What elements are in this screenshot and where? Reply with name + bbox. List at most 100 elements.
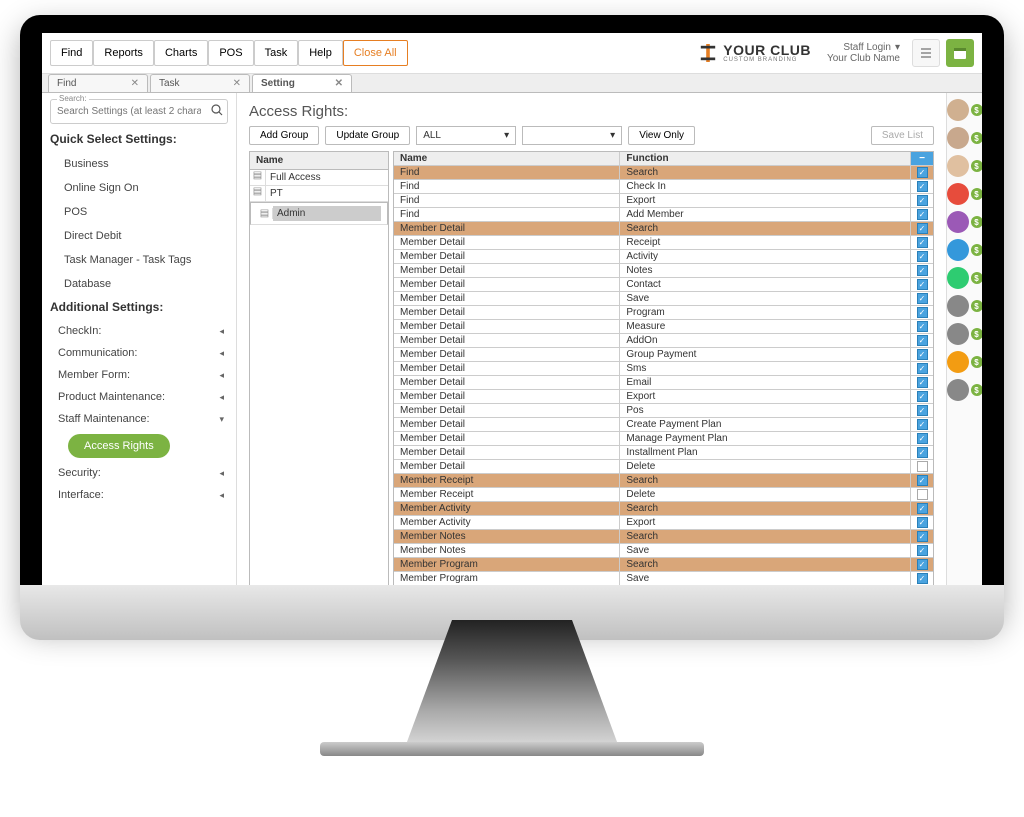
checkbox[interactable]: ✓ [917, 167, 928, 178]
checkbox[interactable]: ✓ [917, 237, 928, 248]
dollar-icon[interactable]: $ [971, 356, 983, 368]
checkbox[interactable]: ✓ [917, 517, 928, 528]
checkbox[interactable]: ✓ [917, 307, 928, 318]
user-avatar[interactable]: $ [947, 211, 983, 233]
toolbar-find-button[interactable]: Find [50, 40, 93, 66]
user-avatar[interactable]: $ [947, 379, 983, 401]
search-icon[interactable] [211, 104, 223, 119]
user-avatar[interactable]: $ [947, 295, 983, 317]
dollar-icon[interactable]: $ [971, 244, 983, 256]
user-menu[interactable]: Staff Login▾ Your Club Name [827, 42, 900, 64]
secondary-select[interactable]: ▾ [522, 126, 622, 145]
checkbox[interactable]: ✓ [917, 181, 928, 192]
dollar-icon[interactable]: $ [971, 384, 983, 396]
checkbox[interactable]: ✓ [917, 503, 928, 514]
checkbox[interactable]: ✓ [917, 433, 928, 444]
checkbox[interactable]: ✓ [917, 321, 928, 332]
checkbox[interactable]: ✓ [917, 461, 928, 472]
checkbox[interactable]: ✓ [917, 447, 928, 458]
close-icon[interactable]: ✕ [233, 78, 241, 89]
checkbox[interactable]: ✓ [917, 209, 928, 220]
checkbox[interactable]: ✓ [917, 377, 928, 388]
sidebar-item-communication-[interactable]: Communication:◂ [50, 342, 228, 364]
tab-task[interactable]: Task✕ [150, 74, 250, 92]
checkbox[interactable]: ✓ [917, 223, 928, 234]
toolbar-pos-button[interactable]: POS [208, 40, 253, 66]
action-bar: Add Group Update Group ALL▾ ▾ View Only … [249, 126, 934, 145]
checkbox[interactable]: ✓ [917, 419, 928, 430]
checkbox[interactable]: ✓ [917, 349, 928, 360]
toolbar-reports-button[interactable]: Reports [93, 40, 154, 66]
checkbox[interactable]: ✓ [917, 405, 928, 416]
checkbox[interactable]: ✓ [917, 475, 928, 486]
checkbox[interactable]: ✓ [917, 251, 928, 262]
user-avatar[interactable]: $ [947, 155, 983, 177]
user-avatar[interactable]: $ [947, 99, 983, 121]
group-row[interactable]: ▤PT [250, 186, 388, 202]
chevron-down-icon: ▾ [610, 130, 615, 141]
toolbar-close-all-button[interactable]: Close All [343, 40, 408, 66]
checkbox[interactable]: ✓ [917, 545, 928, 556]
search-settings[interactable]: Search: [50, 99, 228, 124]
sidebar-item-security-[interactable]: Security:◂ [50, 462, 228, 484]
checkbox[interactable]: ✓ [917, 489, 928, 500]
list-icon[interactable] [912, 39, 940, 67]
tab-setting[interactable]: Setting✕ [252, 74, 352, 92]
checkbox[interactable]: ✓ [917, 335, 928, 346]
sidebar-item-pos[interactable]: POS [50, 200, 228, 224]
user-avatar[interactable]: $ [947, 267, 983, 289]
dollar-icon[interactable]: $ [971, 300, 983, 312]
user-avatar[interactable]: $ [947, 351, 983, 373]
close-icon[interactable]: ✕ [131, 78, 139, 89]
sidebar-item-staff-maintenance-[interactable]: Staff Maintenance:▾ [50, 408, 228, 430]
dollar-icon[interactable]: $ [971, 104, 983, 116]
sidebar-item-business[interactable]: Business [50, 152, 228, 176]
dollar-icon[interactable]: $ [971, 132, 983, 144]
checkbox[interactable]: ✓ [917, 391, 928, 402]
checkbox[interactable]: ✓ [917, 279, 928, 290]
user-avatar[interactable]: $ [947, 323, 983, 345]
dollar-icon[interactable]: $ [971, 272, 983, 284]
dollar-icon[interactable]: $ [971, 216, 983, 228]
search-input[interactable] [53, 102, 205, 121]
checkbox[interactable]: ✓ [917, 363, 928, 374]
sidebar-item-access-rights[interactable]: Access Rights [68, 434, 170, 458]
update-group-button[interactable]: Update Group [325, 126, 410, 145]
checkbox[interactable]: ✓ [917, 293, 928, 304]
drag-icon[interactable]: ▤ [250, 170, 266, 185]
dollar-icon[interactable]: $ [971, 188, 983, 200]
drag-icon[interactable]: ▤ [257, 208, 273, 219]
user-avatar[interactable]: $ [947, 239, 983, 261]
dollar-icon[interactable]: $ [971, 160, 983, 172]
sidebar-item-direct-debit[interactable]: Direct Debit [50, 224, 228, 248]
sidebar-item-checkin-[interactable]: CheckIn:◂ [50, 320, 228, 342]
user-avatar[interactable]: $ [947, 127, 983, 149]
view-only-button[interactable]: View Only [628, 126, 695, 145]
close-icon[interactable]: ✕ [335, 78, 343, 89]
sidebar-item-member-form-[interactable]: Member Form:◂ [50, 364, 228, 386]
calendar-icon[interactable] [946, 39, 974, 67]
checkbox[interactable]: ✓ [917, 573, 928, 584]
minus-icon[interactable]: − [911, 152, 933, 165]
sidebar-item-product-maintenance-[interactable]: Product Maintenance:◂ [50, 386, 228, 408]
checkbox[interactable]: ✓ [917, 531, 928, 542]
user-avatar[interactable]: $ [947, 183, 983, 205]
checkbox[interactable]: ✓ [917, 559, 928, 570]
tab-find[interactable]: Find✕ [48, 74, 148, 92]
toolbar-task-button[interactable]: Task [254, 40, 299, 66]
group-row[interactable]: ▤Admin [250, 202, 388, 225]
sidebar-item-database[interactable]: Database [50, 272, 228, 296]
sidebar-item-interface-[interactable]: Interface:◂ [50, 484, 228, 506]
toolbar-charts-button[interactable]: Charts [154, 40, 208, 66]
sidebar-item-online-sign-on[interactable]: Online Sign On [50, 176, 228, 200]
sidebar-item-task-manager-task-tags[interactable]: Task Manager - Task Tags [50, 248, 228, 272]
toolbar-help-button[interactable]: Help [298, 40, 343, 66]
dollar-icon[interactable]: $ [971, 328, 983, 340]
add-group-button[interactable]: Add Group [249, 126, 319, 145]
checkbox[interactable]: ✓ [917, 195, 928, 206]
checkbox[interactable]: ✓ [917, 265, 928, 276]
group-row[interactable]: ▤Full Access [250, 170, 388, 186]
drag-icon[interactable]: ▤ [250, 186, 266, 201]
save-list-button[interactable]: Save List [871, 126, 934, 145]
filter-select[interactable]: ALL▾ [416, 126, 516, 145]
